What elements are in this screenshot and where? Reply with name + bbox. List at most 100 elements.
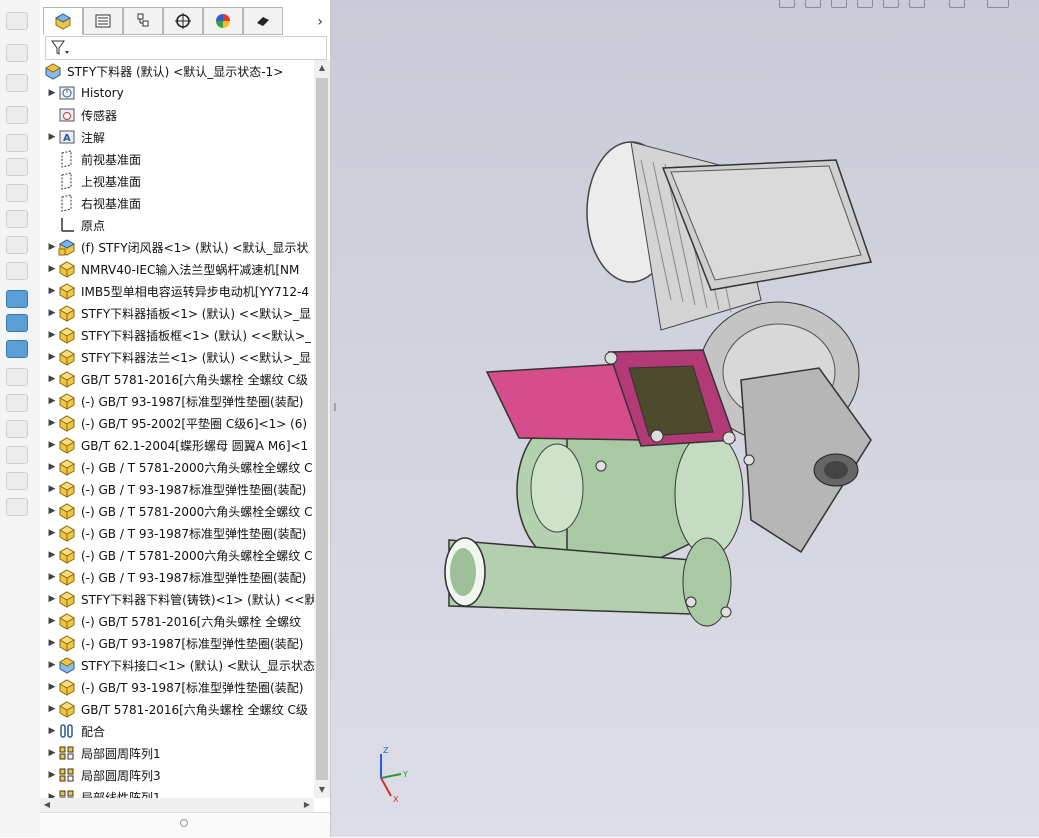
filter-bar[interactable] bbox=[45, 36, 327, 60]
scroll-thumb[interactable] bbox=[316, 78, 328, 780]
strip-tool-7-icon[interactable] bbox=[6, 184, 28, 202]
tree-vertical-scrollbar[interactable]: ▲ ▼ bbox=[314, 60, 330, 798]
expand-arrow-icon[interactable]: ▶ bbox=[46, 412, 58, 434]
tree-item[interactable]: ▶ 局部圆周阵列1 bbox=[46, 742, 314, 764]
tree-horizontal-scrollbar[interactable]: ◀ ▶ bbox=[40, 798, 314, 812]
scroll-right-arrow-icon[interactable]: ▶ bbox=[300, 798, 314, 812]
tree-item[interactable]: ▶ A 注解 bbox=[46, 126, 314, 148]
expand-arrow-icon[interactable]: ▶ bbox=[46, 258, 58, 280]
tree-item[interactable]: 上视基准面 bbox=[46, 170, 314, 192]
filter-icon[interactable] bbox=[50, 39, 70, 57]
tree-item[interactable]: ▶ (-) GB/T 93-1987[标准型弹性垫圈(装配) bbox=[46, 676, 314, 698]
strip-tool-10-icon[interactable] bbox=[6, 262, 28, 280]
strip-tool-6-icon[interactable] bbox=[6, 158, 28, 176]
strip-tool-16-icon[interactable] bbox=[6, 420, 28, 438]
tree-item[interactable]: ▶ (-) GB / T 93-1987标准型弹性垫圈(装配) bbox=[46, 522, 314, 544]
strip-tool-12-icon[interactable] bbox=[6, 314, 28, 332]
tree-item[interactable]: ▶ NMRV40-IEC输入法兰型蜗杆减速机[NM bbox=[46, 258, 314, 280]
strip-tool-18-icon[interactable] bbox=[6, 472, 28, 490]
expand-arrow-icon[interactable]: ▶ bbox=[46, 544, 58, 566]
tree-item[interactable]: ▶ (f) STFY闭风器<1> (默认) <默认_显示状 bbox=[46, 236, 314, 258]
scroll-up-arrow-icon[interactable]: ▲ bbox=[314, 60, 330, 76]
expand-arrow-icon[interactable]: ▶ bbox=[46, 302, 58, 324]
scroll-left-arrow-icon[interactable]: ◀ bbox=[40, 798, 54, 812]
expand-arrow-icon[interactable]: ▶ bbox=[46, 764, 58, 786]
tree-item[interactable]: ▶ STFY下料器法兰<1> (默认) <<默认>_显 bbox=[46, 346, 314, 368]
expand-arrow-icon[interactable]: ▶ bbox=[46, 82, 58, 104]
expand-arrow-icon[interactable]: ▶ bbox=[46, 698, 58, 720]
strip-tool-17-icon[interactable] bbox=[6, 446, 28, 464]
tree-item[interactable]: 传感器 bbox=[46, 104, 314, 126]
tree-item[interactable]: ▶ STFY下料接口<1> (默认) <默认_显示状态 bbox=[46, 654, 314, 676]
expand-arrow-icon[interactable]: ▶ bbox=[46, 654, 58, 676]
strip-tool-3-icon[interactable] bbox=[6, 74, 28, 92]
tree-item[interactable]: ▶ (-) GB/T 93-1987[标准型弹性垫圈(装配) bbox=[46, 390, 314, 412]
tree-item[interactable]: ▶ (-) GB / T 93-1987标准型弹性垫圈(装配) bbox=[46, 566, 314, 588]
display-manager-tab[interactable] bbox=[203, 7, 243, 35]
strip-tool-1-icon[interactable] bbox=[6, 12, 28, 30]
expand-arrow-icon[interactable]: ▶ bbox=[46, 676, 58, 698]
propertymanager-tab[interactable] bbox=[83, 7, 123, 35]
tree-item[interactable]: ▶ STFY下料器插板框<1> (默认) <<默认>_ bbox=[46, 324, 314, 346]
scroll-down-arrow-icon[interactable]: ▼ bbox=[314, 782, 330, 798]
tree-item[interactable]: ▶ (-) GB/T 5781-2016[六角头螺栓 全螺纹 bbox=[46, 610, 314, 632]
tree-item[interactable]: ▶ 局部线性阵列1 bbox=[46, 786, 314, 798]
panel-collapse-arrow-icon[interactable]: ‖ bbox=[331, 398, 339, 416]
expand-arrow-icon[interactable]: ▶ bbox=[46, 566, 58, 588]
tabs-next-arrow-icon[interactable]: › bbox=[311, 13, 329, 31]
expand-arrow-icon[interactable]: ▶ bbox=[46, 500, 58, 522]
strip-tool-5-icon[interactable] bbox=[6, 134, 28, 152]
tree-item[interactable]: ▶ IMB5型单相电容运转异步电动机[YY712-4 bbox=[46, 280, 314, 302]
expand-arrow-icon[interactable]: ▶ bbox=[46, 390, 58, 412]
expand-arrow-icon[interactable]: ▶ bbox=[46, 632, 58, 654]
tree-item[interactable]: ▶ (-) GB / T 5781-2000六角头螺栓全螺纹 C bbox=[46, 544, 314, 566]
strip-tool-4-icon[interactable] bbox=[6, 106, 28, 124]
strip-tool-11-icon[interactable] bbox=[6, 290, 28, 308]
expand-arrow-icon[interactable]: ▶ bbox=[46, 786, 58, 798]
tree-item[interactable]: ▶ (-) GB/T 95-2002[平垫圈 C级6]<1> (6) bbox=[46, 412, 314, 434]
tree-item[interactable]: 原点 bbox=[46, 214, 314, 236]
featuremanager-tab[interactable] bbox=[43, 7, 83, 35]
expand-arrow-icon[interactable]: ▶ bbox=[46, 126, 58, 148]
expand-arrow-icon[interactable]: ▶ bbox=[46, 588, 58, 610]
tree-item[interactable]: ▶ STFY下料器插板<1> (默认) <<默认>_显 bbox=[46, 302, 314, 324]
tree-item[interactable]: ▶ (-) GB/T 93-1987[标准型弹性垫圈(装配) bbox=[46, 632, 314, 654]
tree-item[interactable]: ▶ GB/T 62.1-2004[蝶形螺母 圆翼A M6]<1 bbox=[46, 434, 314, 456]
tree-item[interactable]: ▶ 配合 bbox=[46, 720, 314, 742]
expand-arrow-icon[interactable]: ▶ bbox=[46, 478, 58, 500]
resize-grip-icon[interactable] bbox=[180, 819, 188, 827]
tree-item[interactable]: ▶ (-) GB / T 93-1987标准型弹性垫圈(装配) bbox=[46, 478, 314, 500]
expand-arrow-icon[interactable]: ▶ bbox=[46, 610, 58, 632]
tree-item[interactable]: ▶ GB/T 5781-2016[六角头螺栓 全螺纹 C级 bbox=[46, 698, 314, 720]
expand-arrow-icon[interactable]: ▶ bbox=[46, 742, 58, 764]
strip-tool-2-icon[interactable] bbox=[6, 44, 28, 62]
dimxpert-tab[interactable] bbox=[163, 7, 203, 35]
expand-arrow-icon[interactable]: ▶ bbox=[46, 522, 58, 544]
tree-item[interactable]: 右视基准面 bbox=[46, 192, 314, 214]
tree-item[interactable]: ▶ 局部圆周阵列3 bbox=[46, 764, 314, 786]
tree-item[interactable]: ▶ (-) GB / T 5781-2000六角头螺栓全螺纹 C bbox=[46, 456, 314, 478]
cam-tab[interactable] bbox=[243, 7, 283, 35]
expand-arrow-icon[interactable]: ▶ bbox=[46, 720, 58, 742]
strip-tool-9-icon[interactable] bbox=[6, 236, 28, 254]
tree-item[interactable]: ▶ History bbox=[46, 82, 314, 104]
strip-tool-13-icon[interactable] bbox=[6, 340, 28, 358]
strip-tool-19-icon[interactable] bbox=[6, 498, 28, 516]
tree-item[interactable]: ▶ STFY下料器下料管(铸铁)<1> (默认) <<默 bbox=[46, 588, 314, 610]
tree-item[interactable]: ▶ GB/T 5781-2016[六角头螺栓 全螺纹 C级 bbox=[46, 368, 314, 390]
model-3d-view[interactable] bbox=[331, 0, 1039, 837]
tree-item[interactable]: 前视基准面 bbox=[46, 148, 314, 170]
expand-arrow-icon[interactable]: ▶ bbox=[46, 324, 58, 346]
expand-arrow-icon[interactable]: ▶ bbox=[46, 368, 58, 390]
expand-arrow-icon[interactable]: ▶ bbox=[46, 236, 58, 258]
expand-arrow-icon[interactable]: ▶ bbox=[46, 434, 58, 456]
expand-arrow-icon[interactable]: ▶ bbox=[46, 280, 58, 302]
strip-tool-15-icon[interactable] bbox=[6, 394, 28, 412]
tree-item[interactable]: ▶ (-) GB / T 5781-2000六角头螺栓全螺纹 C bbox=[46, 500, 314, 522]
strip-tool-14-icon[interactable] bbox=[6, 368, 28, 386]
graphics-area[interactable]: Z Y X bbox=[331, 0, 1039, 837]
expand-arrow-icon[interactable]: ▶ bbox=[46, 456, 58, 478]
expand-arrow-icon[interactable]: ▶ bbox=[46, 346, 58, 368]
configurationmanager-tab[interactable] bbox=[123, 7, 163, 35]
tree-root[interactable]: STFY下料器 (默认) <默认_显示状态-1> bbox=[44, 60, 314, 82]
